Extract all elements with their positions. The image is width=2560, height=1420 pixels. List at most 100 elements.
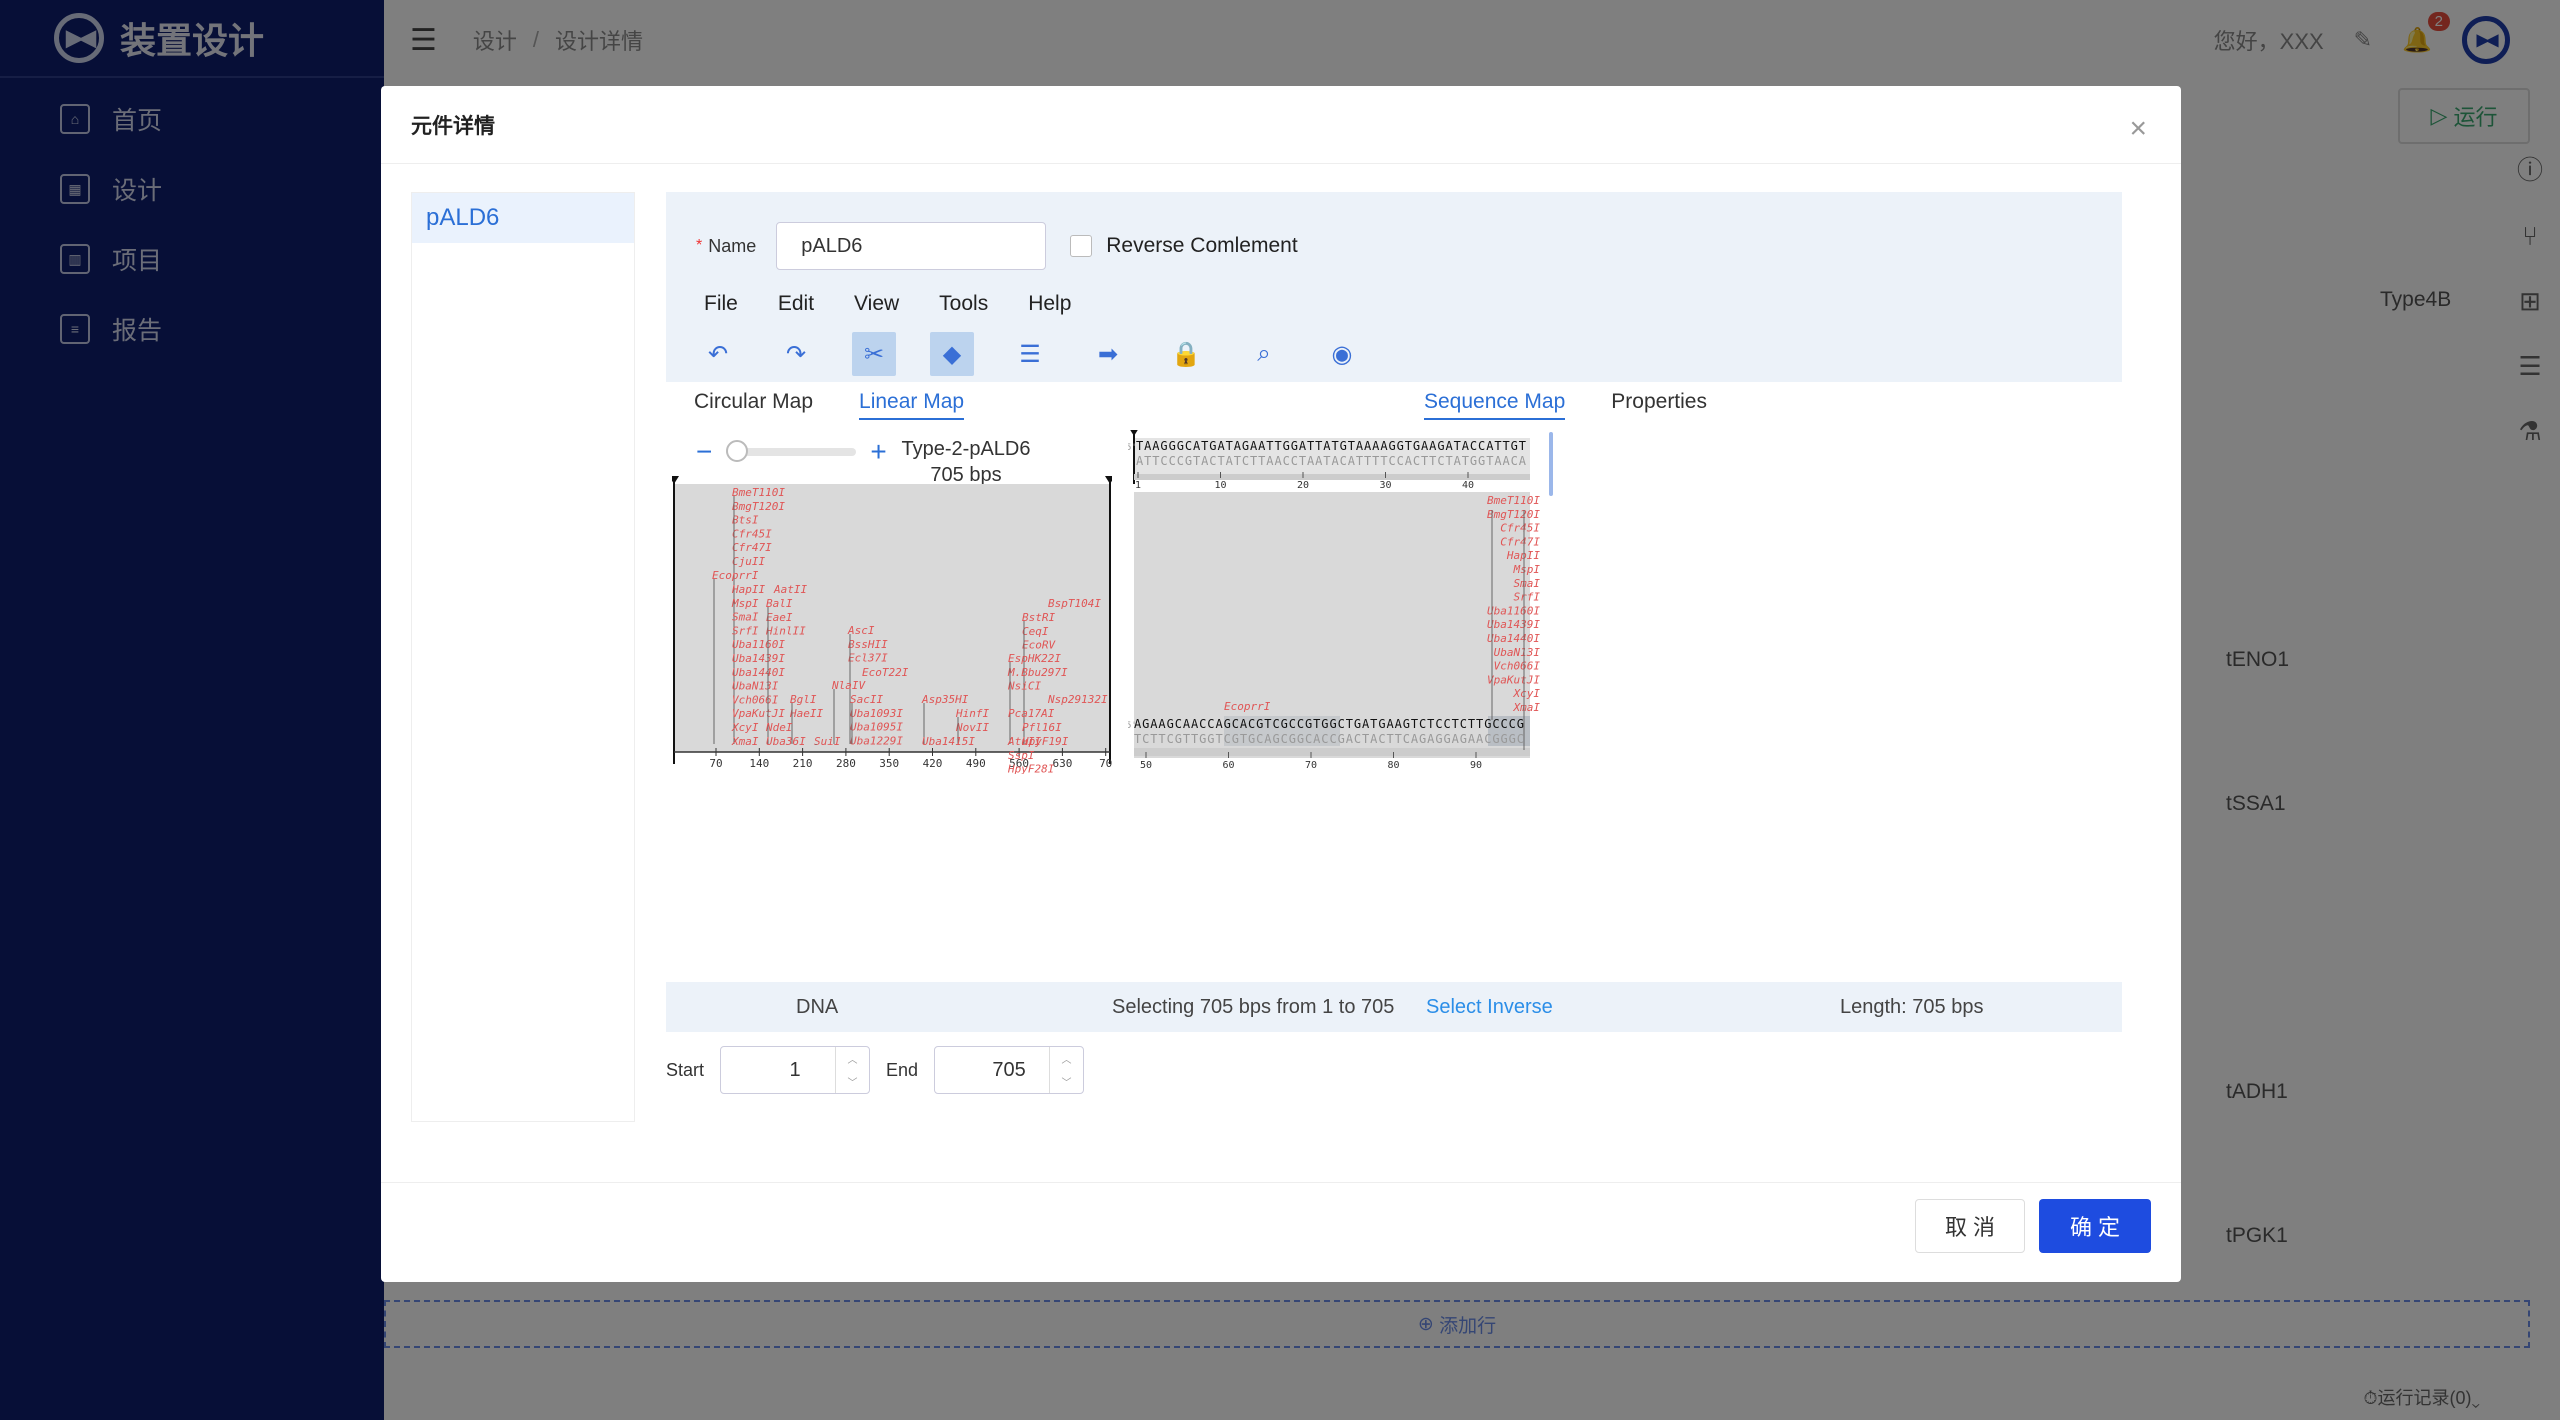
enzyme-label: Vch066I [1494,660,1541,673]
enzyme-label: HapII [1506,549,1540,562]
cancel-button[interactable]: 取 消 [1915,1199,2025,1253]
linear-map[interactable]: 70 140 210 280 350 420 490 560 630 70 BmeT110IBmg… [672,474,1112,774]
align-icon[interactable]: ☰ [1008,332,1052,376]
cut-sites-icon[interactable]: ✂ [852,332,896,376]
enzyme-label: SmaI [1514,577,1541,590]
enzyme-label: HinfI [955,707,989,720]
bottom-strand-1: ATTCCCGTACTATCTTAACCTAATACATTTTCCACTTCTA… [1136,454,1527,468]
end-spinner[interactable]: ︿ ﹀ [1049,1047,1083,1093]
menu-edit[interactable]: Edit [778,292,814,316]
menu-view[interactable]: View [854,292,899,316]
enzyme-label: SrfI [1514,591,1541,604]
tick-label: 70 [709,757,722,770]
tab-linear-map[interactable]: Linear Map [859,390,965,420]
tab-sequence-map[interactable]: Sequence Map [1424,390,1566,420]
enzyme-label: XmaI [731,735,759,748]
enzyme-label: VpaKutJI [732,707,785,720]
enzyme-label: Uba1439I [732,652,785,665]
enzyme-label: BmeT110I [1487,494,1540,507]
ruler-2 [1134,748,1530,756]
range-row: Start 1 ︿ ﹀ End 705 ︿ ﹀ [666,1046,1100,1094]
enzyme-label: Uba1160I [732,638,785,651]
start-value: 1 [789,1058,801,1081]
enzyme-label: EaeI [766,611,793,624]
arrow-right-icon[interactable]: ➡ [1086,332,1130,376]
detail-tabs: Sequence Map Properties [1424,390,1707,420]
enzyme-label: AatII [773,583,807,596]
tick-label: 210 [793,757,813,770]
end-input[interactable]: 705 ︿ ﹀ [934,1046,1085,1094]
top-strand-2: AGAAGCAACCAGCACGTCGCCGTGGCTGATGAAGTCTCCT… [1134,717,1524,731]
enzyme-label: SspI [1008,749,1035,762]
enzyme-label: Nsp29132I [1047,693,1108,706]
sequence-editor: * Name pALD6 Reverse Comlement File Edit… [666,192,2122,1032]
status-bar: DNA Selecting 705 bps from 1 to 705 Sele… [666,982,2122,1032]
reverse-complement-label: Reverse Comlement [1106,234,1298,257]
undo-icon[interactable]: ↶ [696,332,740,376]
close-icon[interactable]: × [2129,112,2147,146]
name-input[interactable]: pALD6 [776,222,1047,270]
enzyme-label: Uba1229I [850,734,903,747]
menu-tools[interactable]: Tools [939,292,988,316]
zoom-out-icon[interactable]: − [696,436,712,468]
name-row: * Name pALD6 Reverse Comlement [696,222,1298,270]
enzyme-label: UbaN13I [732,680,779,693]
enzyme-label: CjuII [732,555,765,568]
enzyme-label: Asp35HI [921,693,969,706]
lock-icon[interactable]: 🔒 [1164,332,1208,376]
component-list-item[interactable]: pALD6 [412,193,634,243]
enzyme-label: EcoRV [1022,639,1056,652]
enzyme-label: AscI [847,624,875,637]
enzyme-label: UbaN13I [1494,646,1541,659]
name-label: Name [708,235,757,256]
confirm-button[interactable]: 确 定 [2039,1199,2151,1253]
enzyme-label: SacII [850,693,883,706]
zoom-slider-thumb[interactable] [726,440,749,462]
start-input[interactable]: 1 ︿ ﹀ [720,1046,871,1094]
start-spinner[interactable]: ︿ ﹀ [835,1047,869,1093]
enzyme-label: Pca17AI [1008,707,1055,720]
enzyme-label: M.Bbu297I [1007,666,1068,679]
tab-properties[interactable]: Properties [1611,390,1707,420]
tick-label: 40 [1462,480,1474,491]
enzyme-label: Uba1440I [1487,632,1540,645]
tick-label: 70 [1305,760,1317,771]
map-tabs: Circular Map Linear Map [694,390,965,420]
enzyme-label: AtuII [1007,735,1041,748]
menu-help[interactable]: Help [1028,292,1071,316]
enzyme-label: Uba1440I [732,666,785,679]
feature-tag-icon[interactable]: ◆ [930,332,974,376]
enzyme-label: XcyI [1513,687,1541,700]
reverse-complement-checkbox[interactable] [1070,235,1093,257]
enzyme-label: BmgT120I [1487,508,1540,521]
select-inverse-link[interactable]: Select Inverse [1426,996,1553,1019]
enzyme-label: VpaKutJI [1487,673,1540,686]
required-mark: * [696,237,703,254]
sequence-map[interactable]: 5' TAAGGGCATGATAGAATTGGATTATGTAAAAGGTGAA… [1128,430,1564,790]
enzyme-label: BstRI [1022,611,1055,624]
enzyme-label: HpyF28I [1007,763,1055,774]
tab-circular-map[interactable]: Circular Map [694,390,813,420]
enzyme-label: NlaIV [831,679,866,692]
enzyme-label: EcoprrI [1224,700,1271,713]
tick-label: 420 [923,757,943,770]
component-detail-modal: 元件详情 × pALD6 * Name pALD6 Reverse Comlem… [381,86,2181,1282]
component-list: pALD6 [411,192,635,1122]
enzyme-label: Pfl16I [1022,721,1062,734]
end-value: 705 [992,1058,1026,1081]
search-icon[interactable]: ⌕ [1242,332,1286,376]
enzyme-label: BspT104I [1048,597,1101,610]
tick-label: 350 [879,757,899,770]
enzyme-label: BalI [766,597,793,610]
enzyme-label: EcoT22I [862,666,909,679]
bottom-strand-2: TCTTCGTTGGTCGTGCAGCGGCACCGACTACTTCAGAGGA… [1134,732,1524,746]
redo-icon[interactable]: ↷ [774,332,818,376]
tick-label: 630 [1052,757,1072,770]
tick-label: 10 [1214,480,1226,491]
tick-label: 60 [1222,760,1234,771]
eye-icon[interactable]: ◉ [1320,332,1364,376]
menu-file[interactable]: File [704,292,738,316]
enzyme-label: Uba36I [766,735,806,748]
modal-title: 元件详情 [381,86,2181,164]
enzyme-label: EcoprrI [712,569,759,582]
